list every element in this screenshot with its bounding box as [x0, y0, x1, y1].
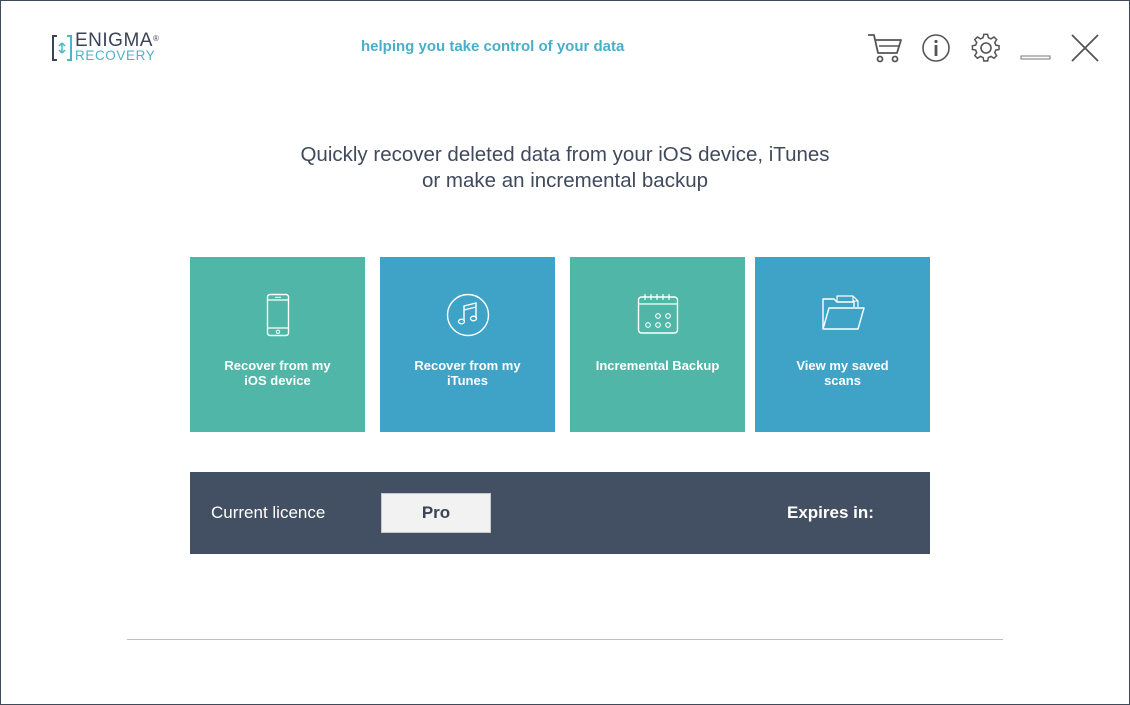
recover-itunes-tile[interactable]: Recover from my iTunes — [380, 257, 555, 432]
calendar-icon — [637, 294, 678, 334]
tile-label: Recover from my iOS device — [224, 358, 331, 388]
expires-in-label: Expires in: — [787, 503, 874, 522]
view-saved-scans-tile[interactable]: View my saved scans — [755, 257, 930, 432]
cart-icon[interactable] — [867, 31, 903, 65]
folder-icon — [821, 295, 865, 330]
close-icon[interactable] — [1069, 32, 1101, 64]
enigma-logo: ENIGMA® RECOVERY — [51, 31, 163, 65]
tagline: helping you take control of your data — [361, 38, 625, 55]
headline-line-2: or make an incremental backup — [421, 169, 708, 192]
current-licence-label: Current licence — [211, 503, 326, 522]
logo-mark-icon — [52, 35, 72, 61]
licence-value-badge: Pro — [381, 493, 491, 533]
info-icon[interactable] — [921, 33, 951, 63]
footer-divider — [127, 639, 1003, 640]
licence-bar: Current licence Pro Expires in: — [190, 472, 930, 554]
phone-icon — [266, 293, 289, 337]
recover-ios-device-tile[interactable]: Recover from my iOS device — [190, 257, 365, 432]
tile-label: View my saved scans — [796, 358, 889, 388]
app-window: ENIGMA® RECOVERY helping you take contro… — [0, 0, 1130, 705]
incremental-backup-tile[interactable]: Incremental Backup — [570, 257, 745, 432]
tile-label: Recover from my iTunes — [414, 358, 521, 388]
logo-text-recovery: RECOVERY — [75, 48, 156, 63]
tile-label: Incremental Backup — [595, 358, 720, 373]
music-note-icon — [446, 293, 489, 337]
page-headline: Quickly recover deleted data from your i… — [1, 142, 1129, 194]
headline-line-1: Quickly recover deleted data from your i… — [300, 143, 830, 166]
minimize-icon[interactable] — [1020, 31, 1052, 63]
gear-icon[interactable] — [971, 33, 1001, 63]
